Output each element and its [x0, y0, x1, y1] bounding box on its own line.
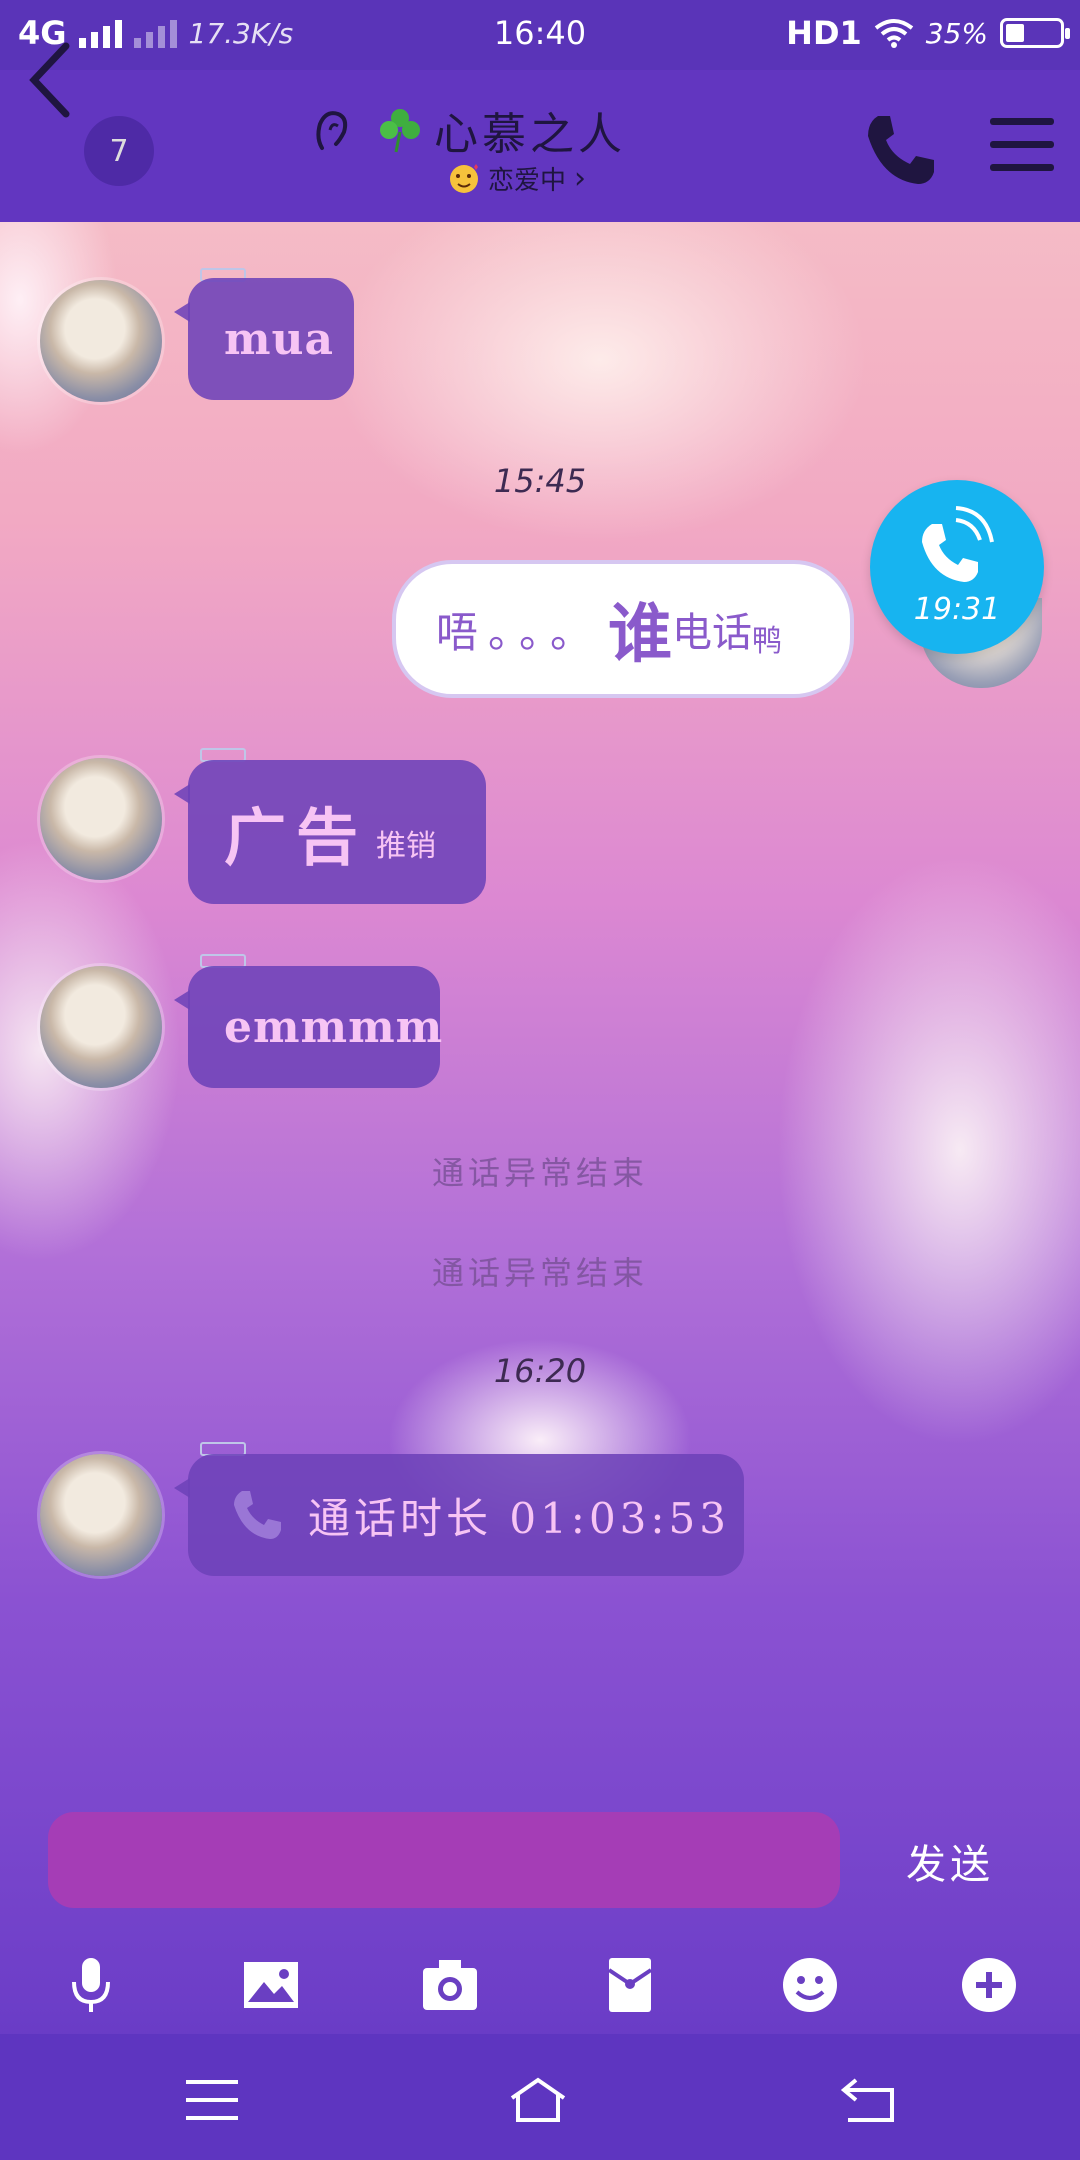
- message-text: emmmm: [224, 1001, 444, 1053]
- hd-indicator: HD1: [786, 14, 862, 52]
- message-bubble[interactable]: emmmm: [174, 966, 444, 1088]
- timestamp: 16:20: [493, 1352, 587, 1390]
- sent-text-part: 鸭: [752, 624, 783, 659]
- sent-text-part: 谁: [608, 598, 673, 672]
- nav-home-icon[interactable]: [508, 2074, 568, 2126]
- call-duration: 19:31: [913, 592, 1001, 627]
- floating-call-button[interactable]: 19:31: [870, 480, 1044, 654]
- status-right: HD1 35%: [786, 14, 1070, 52]
- phone-icon: [922, 506, 994, 582]
- chat-title-area[interactable]: 心慕之人: [376, 98, 626, 162]
- message-text-small: 推销: [376, 829, 437, 864]
- status-bar: 4G 17.3K/s 16:40 HD1 35%: [0, 0, 1080, 70]
- battery-percent: 35%: [925, 16, 988, 50]
- red-packet-icon[interactable]: [597, 1952, 663, 2018]
- love-face-icon: [450, 163, 478, 193]
- input-toolbar: [0, 1942, 1080, 2042]
- call-duration-label: 通话时长 01:03:53: [308, 1493, 730, 1543]
- phone-icon: [234, 1491, 281, 1539]
- chat-title: 心慕之人: [434, 109, 626, 160]
- system-navigation-bar: [0, 2034, 1080, 2160]
- system-message: 通话异常结束: [431, 1154, 648, 1192]
- sent-text-part: 电话: [672, 610, 753, 656]
- mic-icon[interactable]: [58, 1952, 124, 2018]
- nav-menu-icon[interactable]: [182, 2074, 242, 2126]
- message-text: 广告: [224, 801, 369, 874]
- image-icon[interactable]: [238, 1952, 304, 2018]
- message-bubble[interactable]: mua: [174, 278, 354, 400]
- contact-avatar[interactable]: [40, 1454, 162, 1576]
- contact-avatar[interactable]: [40, 966, 162, 1088]
- ear-icon[interactable]: [312, 108, 352, 158]
- sent-text-part: 唔。。。: [436, 607, 603, 657]
- wifi-icon: [874, 19, 913, 48]
- nav-back-icon[interactable]: [838, 2074, 898, 2126]
- contact-avatar[interactable]: [40, 758, 162, 880]
- relationship-status[interactable]: 恋爱中 ›: [448, 160, 586, 197]
- camera-icon[interactable]: [417, 1952, 483, 2018]
- menu-icon[interactable]: [990, 118, 1054, 178]
- clover-icon: [380, 109, 420, 153]
- plus-icon[interactable]: [956, 1952, 1022, 2018]
- battery-icon: [1000, 18, 1070, 48]
- back-chevron-icon[interactable]: [22, 40, 82, 120]
- chevron-right-icon: ›: [574, 161, 587, 196]
- emoji-icon[interactable]: [777, 1952, 843, 2018]
- message-text: mua: [224, 313, 335, 365]
- relationship-label: 恋爱中: [488, 166, 567, 196]
- message-input[interactable]: [48, 1812, 840, 1908]
- unread-count-badge[interactable]: 7: [84, 116, 154, 186]
- call-record-bubble[interactable]: 通话时长 01:03:53: [174, 1454, 744, 1576]
- send-button[interactable]: 发送: [906, 1832, 994, 1890]
- sent-message-bubble[interactable]: 唔。。。 谁 电话 鸭: [392, 560, 854, 698]
- message-bubble[interactable]: 广告 推销: [174, 760, 486, 904]
- contact-avatar[interactable]: [40, 280, 162, 402]
- system-message: 通话异常结束: [431, 1254, 648, 1292]
- phone-icon[interactable]: [860, 110, 940, 190]
